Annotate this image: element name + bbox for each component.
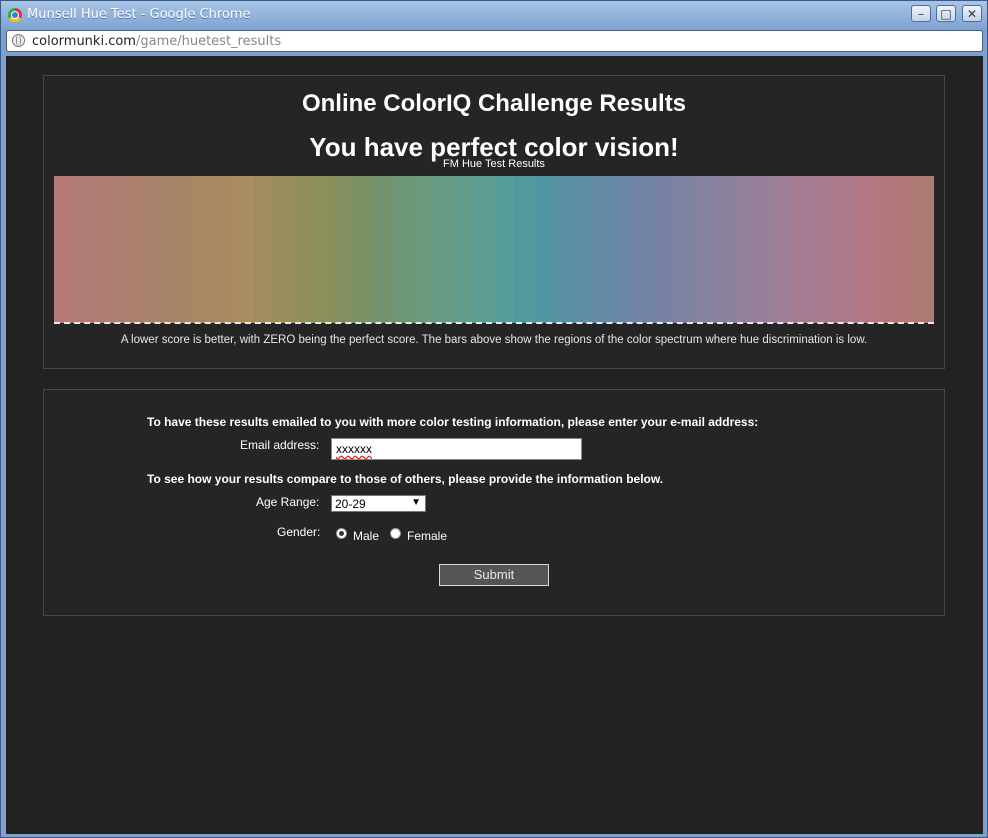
spectrum-band: [634, 176, 654, 323]
email-prompt: To have these results emailed to you wit…: [147, 415, 759, 429]
maximize-button[interactable]: □: [936, 5, 956, 22]
gender-female-label[interactable]: Female: [407, 529, 447, 543]
spectrum-band: [834, 176, 854, 323]
chart-title: FM Hue Test Results: [443, 158, 545, 170]
spectrum-band: [194, 176, 214, 323]
spectrum-band: [174, 176, 194, 323]
age-range-value: 20-29: [335, 497, 366, 511]
address-bar[interactable]: colormunki.com/game/huetest_results: [6, 30, 983, 52]
spectrum-band: [514, 176, 534, 323]
close-button[interactable]: ✕: [962, 5, 982, 22]
spectrum-band: [754, 176, 774, 323]
spectrum-band: [294, 176, 314, 323]
spectrum-band: [54, 176, 74, 323]
url-domain: colormunki.com: [32, 34, 136, 49]
spectrum-band: [234, 176, 254, 323]
results-panel: Online ColorIQ Challenge Results You hav…: [43, 75, 945, 369]
spectrum-band: [154, 176, 174, 323]
spectrum-band: [554, 176, 574, 323]
age-range-select[interactable]: 20-29 ▼: [331, 495, 426, 512]
gender-male-radio[interactable]: [336, 528, 347, 539]
submit-button[interactable]: Submit: [439, 564, 549, 586]
email-label: Email address:: [240, 438, 320, 452]
gender-female-radio[interactable]: [390, 528, 401, 539]
spectrum-band: [534, 176, 554, 323]
spectrum-band: [914, 176, 934, 323]
spectrum-band: [474, 176, 494, 323]
spectrum-band: [694, 176, 714, 323]
spectrum-band: [674, 176, 694, 323]
chart-baseline: [54, 322, 934, 324]
spectrum-band: [414, 176, 434, 323]
spectrum-band: [454, 176, 474, 323]
spectrum-band: [134, 176, 154, 323]
hue-spectrum-chart: [54, 176, 934, 323]
age-range-label: Age Range:: [256, 495, 320, 509]
spectrum-band: [254, 176, 274, 323]
spectrum-band: [654, 176, 674, 323]
chrome-icon: [8, 8, 22, 22]
url-text[interactable]: colormunki.com/game/huetest_results: [32, 34, 281, 49]
spectrum-band: [794, 176, 814, 323]
url-path: /game/huetest_results: [135, 34, 282, 49]
gender-label: Gender:: [277, 525, 321, 539]
spectrum-band: [574, 176, 594, 323]
spectrum-band: [494, 176, 514, 323]
spectrum-band: [774, 176, 794, 323]
spectrum-band: [374, 176, 394, 323]
score-note: A lower score is better, with ZERO being…: [120, 334, 868, 346]
spectrum-band: [714, 176, 734, 323]
spectrum-band: [214, 176, 234, 323]
spectrum-band: [114, 176, 134, 323]
spectrum-band: [854, 176, 874, 323]
spectrum-band: [874, 176, 894, 323]
gender-male-label[interactable]: Male: [353, 529, 379, 543]
spectrum-band: [314, 176, 334, 323]
spectrum-band: [594, 176, 614, 323]
spectrum-band: [734, 176, 754, 323]
spectrum-band: [334, 176, 354, 323]
spectrum-band: [74, 176, 94, 323]
spectrum-band: [94, 176, 114, 323]
title-bar: Munsell Hue Test - Google Chrome – □ ✕: [1, 1, 987, 29]
dropdown-arrow-icon: ▼: [411, 497, 421, 508]
spectrum-band: [274, 176, 294, 323]
globe-icon: [12, 34, 25, 47]
spectrum-band: [894, 176, 914, 323]
spectrum-band: [614, 176, 634, 323]
minimize-button[interactable]: –: [911, 5, 931, 22]
spectrum-band: [354, 176, 374, 323]
results-heading: Online ColorIQ Challenge Results: [301, 90, 687, 117]
spectrum-band: [434, 176, 454, 323]
page-content: Online ColorIQ Challenge Results You hav…: [6, 56, 983, 834]
compare-prompt: To see how your results compare to those…: [147, 472, 664, 486]
browser-window: Munsell Hue Test - Google Chrome – □ ✕ c…: [0, 0, 988, 838]
info-form-panel: To have these results emailed to you wit…: [43, 389, 945, 616]
spectrum-band: [814, 176, 834, 323]
window-title: Munsell Hue Test - Google Chrome: [27, 7, 251, 22]
spectrum-band: [394, 176, 414, 323]
email-field[interactable]: xxxxxx: [331, 438, 582, 460]
